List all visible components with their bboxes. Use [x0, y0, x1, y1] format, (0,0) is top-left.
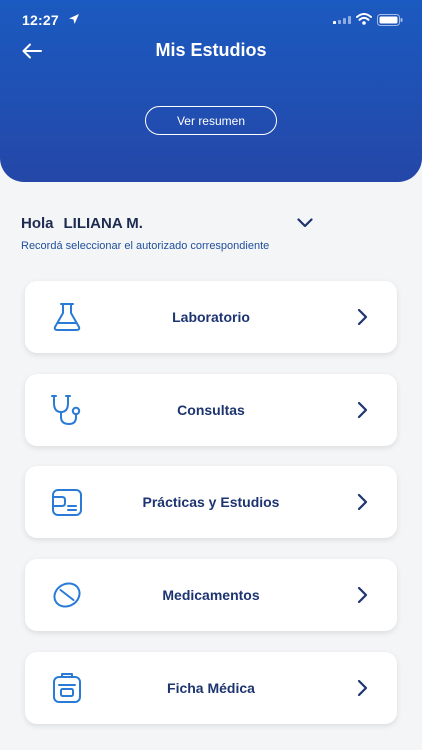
chevron-right-icon [357, 586, 368, 604]
menu-item-medicamentos[interactable]: Medicamentos [25, 559, 397, 631]
chevron-down-icon [297, 218, 313, 228]
chevron-right-icon [357, 401, 368, 419]
cellular-signal-icon [333, 16, 351, 24]
chevron-right-icon [357, 493, 368, 511]
menu-item-ficha-medica[interactable]: Ficha Médica [25, 652, 397, 724]
chevron-right-icon [357, 679, 368, 697]
battery-icon [377, 14, 403, 26]
menu-item-practicas-estudios[interactable]: Prácticas y Estudios [25, 466, 397, 538]
menu-item-laboratorio[interactable]: Laboratorio [25, 281, 397, 353]
authorized-hint: Recordá seleccionar el autorizado corres… [21, 240, 270, 252]
greeting: Hola LILIANA M. [21, 215, 143, 232]
menu-item-label: Medicamentos [162, 587, 260, 603]
user-selector-dropdown[interactable] [292, 212, 318, 234]
user-name: LILIANA M. [63, 215, 143, 232]
page-title: Mis Estudios [155, 40, 267, 60]
ver-resumen-button[interactable]: Ver resumen [145, 106, 277, 135]
status-time: 12:27 [22, 12, 59, 28]
greeting-label: Hola [21, 215, 54, 232]
menu-item-consultas[interactable]: Consultas [25, 374, 397, 446]
menu-item-label: Laboratorio [172, 309, 250, 325]
header: 12:27 Mis Estudios Ver resumen [0, 0, 422, 182]
menu-item-label: Consultas [177, 402, 245, 418]
menu-item-label: Ficha Médica [167, 680, 255, 696]
wifi-icon [356, 13, 372, 25]
menu-item-label: Prácticas y Estudios [142, 494, 280, 510]
status-bar: 12:27 [0, 0, 422, 40]
chevron-right-icon [357, 308, 368, 326]
location-arrow-icon [69, 14, 79, 24]
mis-estudios-screen: 12:27 Mis Estudios Ver resumen Hola LILI… [0, 0, 422, 750]
